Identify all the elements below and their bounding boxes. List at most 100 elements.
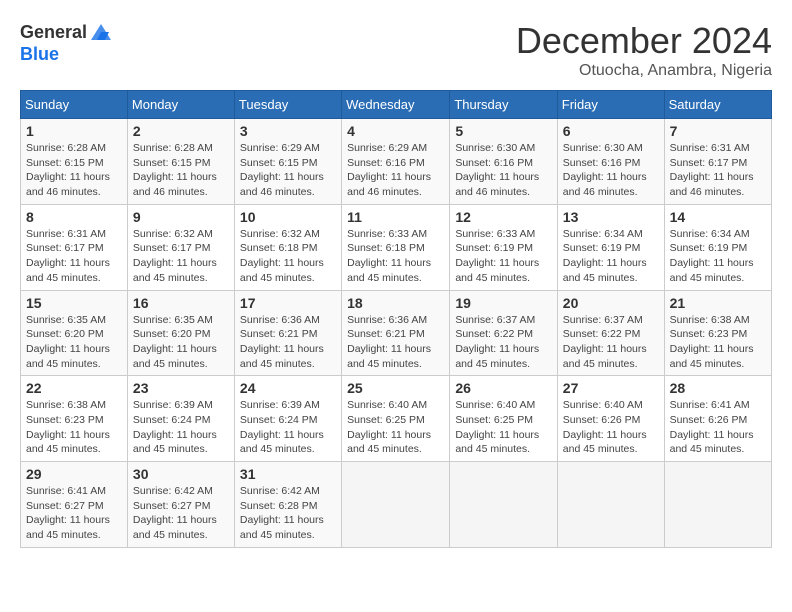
calendar-cell: 6 Sunrise: 6:30 AMSunset: 6:16 PMDayligh… (557, 119, 664, 205)
calendar-cell: 2 Sunrise: 6:28 AMSunset: 6:15 PMDayligh… (127, 119, 234, 205)
day-info: Sunrise: 6:33 AMSunset: 6:19 PMDaylight:… (455, 228, 539, 284)
calendar-cell: 13 Sunrise: 6:34 AMSunset: 6:19 PMDaylig… (557, 204, 664, 290)
day-info: Sunrise: 6:40 AMSunset: 6:25 PMDaylight:… (347, 399, 431, 455)
title-block: December 2024 Otuocha, Anambra, Nigeria (516, 20, 772, 80)
calendar-cell: 11 Sunrise: 6:33 AMSunset: 6:18 PMDaylig… (342, 204, 450, 290)
calendar-cell: 15 Sunrise: 6:35 AMSunset: 6:20 PMDaylig… (21, 290, 128, 376)
calendar-cell: 18 Sunrise: 6:36 AMSunset: 6:21 PMDaylig… (342, 290, 450, 376)
logo-blue-text: Blue (20, 44, 113, 65)
day-info: Sunrise: 6:41 AMSunset: 6:26 PMDaylight:… (670, 399, 754, 455)
calendar-cell: 31 Sunrise: 6:42 AMSunset: 6:28 PMDaylig… (234, 462, 341, 548)
calendar-cell: 14 Sunrise: 6:34 AMSunset: 6:19 PMDaylig… (664, 204, 771, 290)
day-number: 15 (26, 295, 122, 311)
day-info: Sunrise: 6:34 AMSunset: 6:19 PMDaylight:… (563, 228, 647, 284)
day-info: Sunrise: 6:29 AMSunset: 6:16 PMDaylight:… (347, 142, 431, 198)
day-number: 25 (347, 380, 444, 396)
day-number: 23 (133, 380, 229, 396)
logo: General Blue (20, 20, 113, 65)
day-info: Sunrise: 6:30 AMSunset: 6:16 PMDaylight:… (455, 142, 539, 198)
day-info: Sunrise: 6:41 AMSunset: 6:27 PMDaylight:… (26, 485, 110, 541)
weekday-header-thursday: Thursday (450, 91, 557, 119)
calendar-cell: 21 Sunrise: 6:38 AMSunset: 6:23 PMDaylig… (664, 290, 771, 376)
day-number: 21 (670, 295, 766, 311)
calendar-cell: 16 Sunrise: 6:35 AMSunset: 6:20 PMDaylig… (127, 290, 234, 376)
calendar-cell: 24 Sunrise: 6:39 AMSunset: 6:24 PMDaylig… (234, 376, 341, 462)
day-info: Sunrise: 6:30 AMSunset: 6:16 PMDaylight:… (563, 142, 647, 198)
day-number: 4 (347, 123, 444, 139)
calendar-cell (557, 462, 664, 548)
calendar-cell: 19 Sunrise: 6:37 AMSunset: 6:22 PMDaylig… (450, 290, 557, 376)
calendar-cell (450, 462, 557, 548)
calendar-cell: 4 Sunrise: 6:29 AMSunset: 6:16 PMDayligh… (342, 119, 450, 205)
calendar-cell: 25 Sunrise: 6:40 AMSunset: 6:25 PMDaylig… (342, 376, 450, 462)
day-number: 11 (347, 209, 444, 225)
day-number: 27 (563, 380, 659, 396)
day-info: Sunrise: 6:35 AMSunset: 6:20 PMDaylight:… (26, 314, 110, 370)
calendar-cell: 22 Sunrise: 6:38 AMSunset: 6:23 PMDaylig… (21, 376, 128, 462)
month-title: December 2024 (516, 20, 772, 62)
day-info: Sunrise: 6:37 AMSunset: 6:22 PMDaylight:… (455, 314, 539, 370)
day-info: Sunrise: 6:39 AMSunset: 6:24 PMDaylight:… (240, 399, 324, 455)
day-info: Sunrise: 6:36 AMSunset: 6:21 PMDaylight:… (240, 314, 324, 370)
day-number: 9 (133, 209, 229, 225)
day-info: Sunrise: 6:32 AMSunset: 6:17 PMDaylight:… (133, 228, 217, 284)
day-info: Sunrise: 6:40 AMSunset: 6:26 PMDaylight:… (563, 399, 647, 455)
logo-icon (89, 20, 113, 44)
weekday-header-wednesday: Wednesday (342, 91, 450, 119)
day-number: 1 (26, 123, 122, 139)
weekday-header-tuesday: Tuesday (234, 91, 341, 119)
day-number: 17 (240, 295, 336, 311)
day-info: Sunrise: 6:31 AMSunset: 6:17 PMDaylight:… (670, 142, 754, 198)
day-number: 8 (26, 209, 122, 225)
calendar-cell: 23 Sunrise: 6:39 AMSunset: 6:24 PMDaylig… (127, 376, 234, 462)
day-info: Sunrise: 6:40 AMSunset: 6:25 PMDaylight:… (455, 399, 539, 455)
day-number: 22 (26, 380, 122, 396)
weekday-header-saturday: Saturday (664, 91, 771, 119)
calendar-table: SundayMondayTuesdayWednesdayThursdayFrid… (20, 90, 772, 548)
day-info: Sunrise: 6:37 AMSunset: 6:22 PMDaylight:… (563, 314, 647, 370)
calendar-cell: 10 Sunrise: 6:32 AMSunset: 6:18 PMDaylig… (234, 204, 341, 290)
day-number: 16 (133, 295, 229, 311)
calendar-cell: 26 Sunrise: 6:40 AMSunset: 6:25 PMDaylig… (450, 376, 557, 462)
day-info: Sunrise: 6:31 AMSunset: 6:17 PMDaylight:… (26, 228, 110, 284)
day-info: Sunrise: 6:35 AMSunset: 6:20 PMDaylight:… (133, 314, 217, 370)
day-info: Sunrise: 6:36 AMSunset: 6:21 PMDaylight:… (347, 314, 431, 370)
day-number: 14 (670, 209, 766, 225)
calendar-cell (342, 462, 450, 548)
day-number: 13 (563, 209, 659, 225)
weekday-header-monday: Monday (127, 91, 234, 119)
day-number: 2 (133, 123, 229, 139)
calendar-cell: 27 Sunrise: 6:40 AMSunset: 6:26 PMDaylig… (557, 376, 664, 462)
calendar-cell: 12 Sunrise: 6:33 AMSunset: 6:19 PMDaylig… (450, 204, 557, 290)
calendar-cell: 3 Sunrise: 6:29 AMSunset: 6:15 PMDayligh… (234, 119, 341, 205)
day-info: Sunrise: 6:32 AMSunset: 6:18 PMDaylight:… (240, 228, 324, 284)
day-number: 6 (563, 123, 659, 139)
weekday-header-sunday: Sunday (21, 91, 128, 119)
calendar-cell: 5 Sunrise: 6:30 AMSunset: 6:16 PMDayligh… (450, 119, 557, 205)
calendar-cell: 1 Sunrise: 6:28 AMSunset: 6:15 PMDayligh… (21, 119, 128, 205)
day-number: 28 (670, 380, 766, 396)
day-number: 7 (670, 123, 766, 139)
day-number: 12 (455, 209, 551, 225)
location-subtitle: Otuocha, Anambra, Nigeria (516, 62, 772, 80)
day-info: Sunrise: 6:42 AMSunset: 6:27 PMDaylight:… (133, 485, 217, 541)
day-info: Sunrise: 6:33 AMSunset: 6:18 PMDaylight:… (347, 228, 431, 284)
calendar-cell: 17 Sunrise: 6:36 AMSunset: 6:21 PMDaylig… (234, 290, 341, 376)
logo-general-text: General (20, 22, 87, 43)
day-number: 10 (240, 209, 336, 225)
calendar-cell: 9 Sunrise: 6:32 AMSunset: 6:17 PMDayligh… (127, 204, 234, 290)
day-number: 20 (563, 295, 659, 311)
calendar-cell: 29 Sunrise: 6:41 AMSunset: 6:27 PMDaylig… (21, 462, 128, 548)
calendar-cell: 30 Sunrise: 6:42 AMSunset: 6:27 PMDaylig… (127, 462, 234, 548)
day-number: 30 (133, 466, 229, 482)
weekday-header-friday: Friday (557, 91, 664, 119)
day-info: Sunrise: 6:29 AMSunset: 6:15 PMDaylight:… (240, 142, 324, 198)
day-info: Sunrise: 6:39 AMSunset: 6:24 PMDaylight:… (133, 399, 217, 455)
day-info: Sunrise: 6:38 AMSunset: 6:23 PMDaylight:… (670, 314, 754, 370)
calendar-cell: 8 Sunrise: 6:31 AMSunset: 6:17 PMDayligh… (21, 204, 128, 290)
calendar-cell: 20 Sunrise: 6:37 AMSunset: 6:22 PMDaylig… (557, 290, 664, 376)
day-number: 3 (240, 123, 336, 139)
day-info: Sunrise: 6:42 AMSunset: 6:28 PMDaylight:… (240, 485, 324, 541)
day-number: 19 (455, 295, 551, 311)
day-number: 18 (347, 295, 444, 311)
